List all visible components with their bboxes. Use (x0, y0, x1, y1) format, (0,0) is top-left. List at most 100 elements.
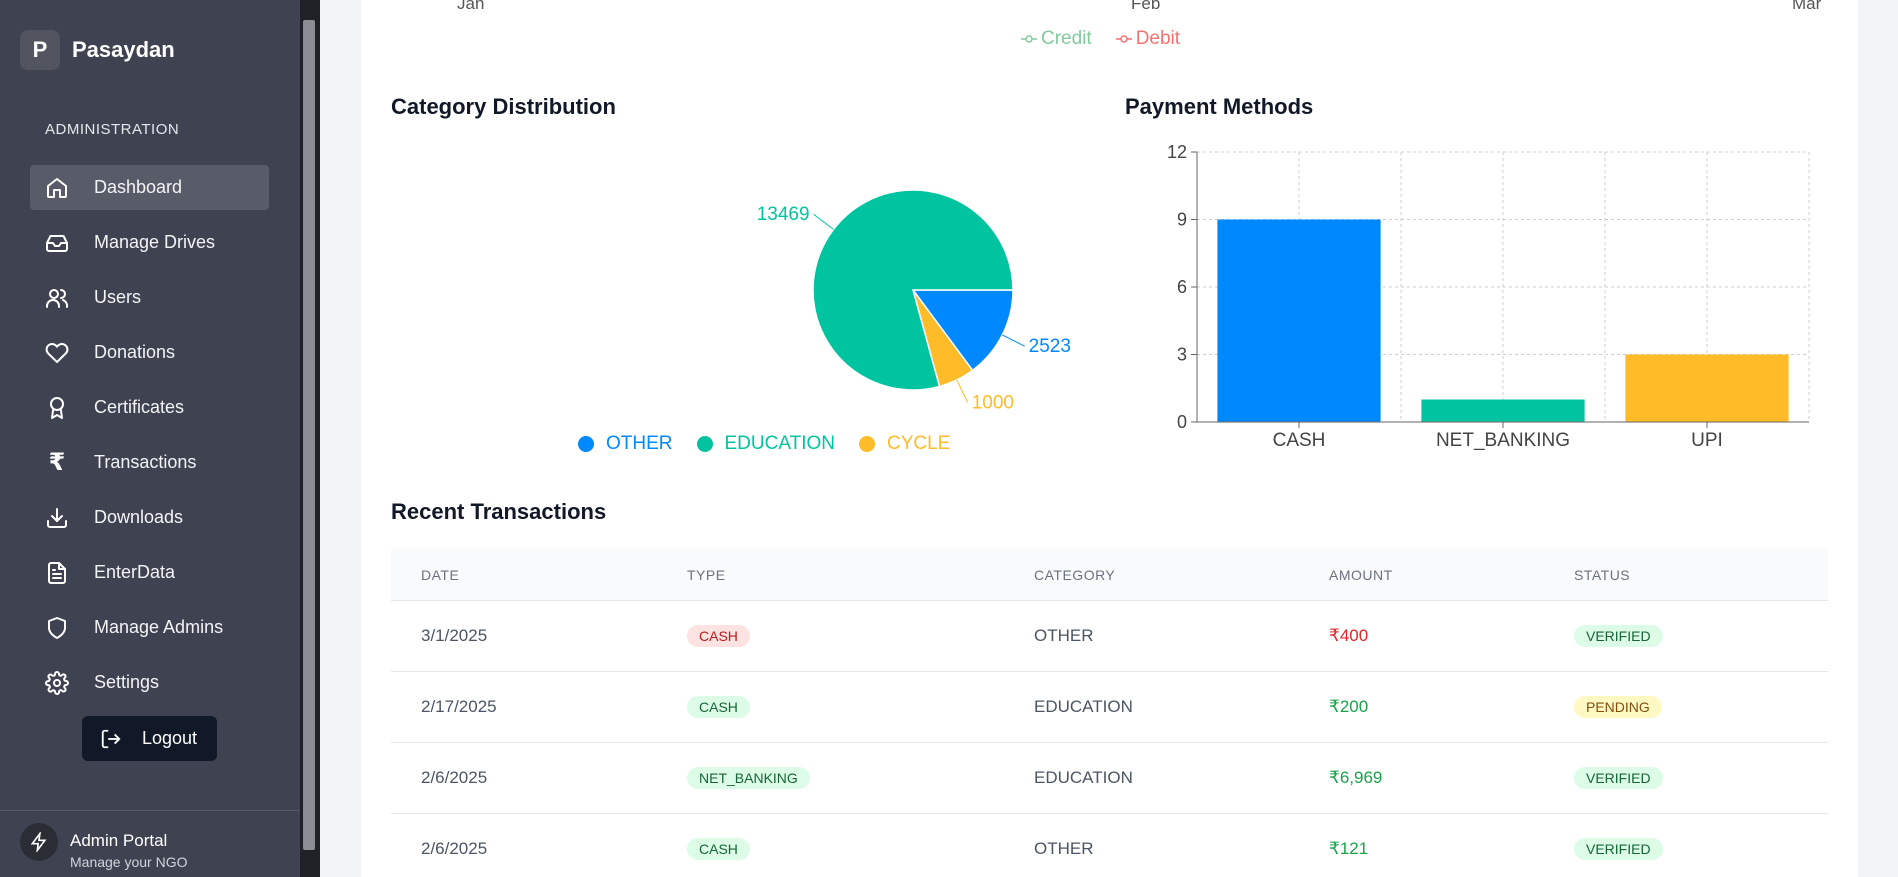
users-icon (45, 286, 69, 310)
pie-legend: OTHER EDUCATION CYCLE (578, 433, 974, 455)
sidebar-item-label: Certificates (94, 397, 185, 417)
footer-subtitle: Manage your NGO (70, 854, 188, 870)
x-tick-label: NET_BANKING (1436, 430, 1570, 451)
section-label: ADMINISTRATION (45, 121, 180, 138)
pie-legend-label: OTHER (606, 433, 673, 454)
type-badge: NET_BANKING (687, 767, 810, 789)
pie-value-label: 13469 (757, 204, 810, 225)
sidebar-item-manage-drives[interactable]: Manage Drives (30, 220, 269, 265)
x-tick-label: CASH (1273, 430, 1326, 451)
recent-transactions-title: Recent Transactions (391, 499, 607, 524)
sidebar-item-enterdata[interactable]: EnterData (30, 550, 269, 595)
status-badge: VERIFIED (1574, 838, 1663, 860)
sidebar-item-manage-admins[interactable]: Manage Admins (30, 605, 269, 650)
pie-legend-label: EDUCATION (724, 433, 835, 454)
sidebar-item-label: Donations (94, 342, 176, 362)
logout-icon (101, 729, 121, 748)
legend-credit[interactable]: Credit (1021, 28, 1104, 50)
sidebar-item-label: Manage Drives (94, 232, 216, 252)
gear-icon (45, 670, 69, 695)
sidebar-item-downloads[interactable]: Downloads (30, 495, 269, 540)
brand-name: Pasaydan (72, 37, 175, 62)
cell-amount: ₹200 (1329, 697, 1369, 716)
footer-title: Admin Portal (70, 831, 168, 850)
legend-label: Debit (1135, 28, 1181, 49)
cell-date: 2/6/2025 (421, 839, 488, 858)
scrollbar-thumb[interactable] (303, 20, 315, 850)
sidebar-item-label: Settings (94, 672, 160, 692)
sidebar-nav: Dashboard Manage Drives Users Donations … (30, 165, 269, 715)
sidebar-item-label: Downloads (94, 507, 184, 527)
pie-label-line (813, 213, 834, 230)
cell-category: EDUCATION (1034, 768, 1133, 787)
y-tick-label: 6 (1177, 277, 1187, 297)
sidebar-item-label: Transactions (94, 452, 197, 472)
home-icon (45, 176, 69, 200)
table-header: DATE TYPE CATEGORY AMOUNT STATUS (391, 548, 1828, 601)
pie-legend-label: CYCLE (886, 433, 951, 454)
sidebar-footer: Admin Portal Manage your NGO (0, 810, 300, 877)
sidebar-item-settings[interactable]: Settings (30, 660, 269, 705)
category-chart-title: Category Distribution (391, 94, 616, 119)
line-chart-x-tick: Mar (1792, 0, 1822, 13)
sidebar-item-donations[interactable]: Donations (30, 330, 269, 375)
pie-label-line (956, 379, 969, 403)
table-row[interactable]: 3/1/2025 CASH OTHER ₹400 VERIFIED (391, 601, 1828, 672)
table-row[interactable]: 2/6/2025 NET_BANKING EDUCATION ₹6,969 VE… (391, 743, 1828, 814)
table-row[interactable]: 2/6/2025 CASH OTHER ₹121 VERIFIED (391, 814, 1828, 877)
sidebar-item-transactions[interactable]: ₹ Transactions (30, 440, 269, 485)
category-pie-chart: 2523 1000 13469 (757, 189, 1071, 413)
column-header-amount[interactable]: AMOUNT (1329, 567, 1393, 583)
logout-button[interactable]: Logout (82, 716, 217, 761)
brand[interactable]: P Pasaydan (20, 30, 175, 70)
y-tick-label: 12 (1167, 142, 1187, 162)
bar-cash[interactable] (1217, 219, 1381, 423)
column-header-status[interactable]: STATUS (1574, 567, 1630, 583)
cell-amount: ₹121 (1329, 839, 1369, 858)
legend-dot-icon (578, 436, 594, 452)
cell-amount: ₹6,969 (1329, 768, 1383, 787)
sidebar-item-label: Manage Admins (94, 617, 224, 637)
legend-label: Credit (1041, 28, 1092, 49)
download-icon (45, 506, 69, 530)
cell-date: 2/17/2025 (421, 697, 497, 716)
pie-value-label: 1000 (972, 392, 1014, 413)
table-row[interactable]: 2/17/2025 CASH EDUCATION ₹200 PENDING (391, 672, 1828, 743)
x-tick-label: UPI (1691, 430, 1723, 451)
payment-chart-title: Payment Methods (1125, 94, 1314, 119)
logout-label: Logout (142, 728, 198, 748)
sidebar-item-dashboard[interactable]: Dashboard (30, 165, 269, 210)
cell-category: EDUCATION (1034, 697, 1133, 716)
sidebar: P Pasaydan ADMINISTRATION Dashboard Mana… (0, 0, 300, 877)
shield-icon (45, 616, 69, 640)
y-tick-label: 9 (1177, 210, 1187, 230)
document-icon (45, 561, 69, 585)
status-badge: VERIFIED (1574, 767, 1663, 789)
sidebar-item-label: Users (94, 287, 142, 307)
sidebar-item-users[interactable]: Users (30, 275, 269, 320)
lightning-icon (20, 823, 58, 861)
sidebar-scrollbar[interactable] (300, 0, 320, 877)
bar-upi[interactable] (1625, 354, 1789, 423)
pie-legend-item[interactable]: EDUCATION (696, 433, 847, 455)
legend-debit[interactable]: Debit (1115, 28, 1192, 50)
column-header-date[interactable]: DATE (421, 567, 459, 583)
type-badge: CASH (687, 838, 750, 860)
heart-icon (45, 341, 69, 365)
pie-legend-item[interactable]: CYCLE (858, 433, 962, 455)
cell-amount: ₹400 (1329, 626, 1369, 645)
type-badge: CASH (687, 625, 750, 647)
cell-date: 2/6/2025 (421, 768, 488, 787)
cell-category: OTHER (1034, 626, 1094, 645)
pie-label-line (1002, 334, 1025, 347)
bar-net_banking[interactable] (1421, 399, 1585, 423)
column-header-category[interactable]: CATEGORY (1034, 567, 1115, 583)
legend-dot-icon (858, 436, 875, 452)
pie-legend-item[interactable]: OTHER (578, 433, 685, 455)
rupee-icon: ₹ (48, 449, 66, 476)
line-chart-legend: Credit Debit (1021, 28, 1204, 50)
column-header-type[interactable]: TYPE (687, 567, 726, 583)
inbox-icon (45, 231, 69, 255)
cell-category: OTHER (1034, 839, 1094, 858)
sidebar-item-certificates[interactable]: Certificates (30, 385, 269, 430)
